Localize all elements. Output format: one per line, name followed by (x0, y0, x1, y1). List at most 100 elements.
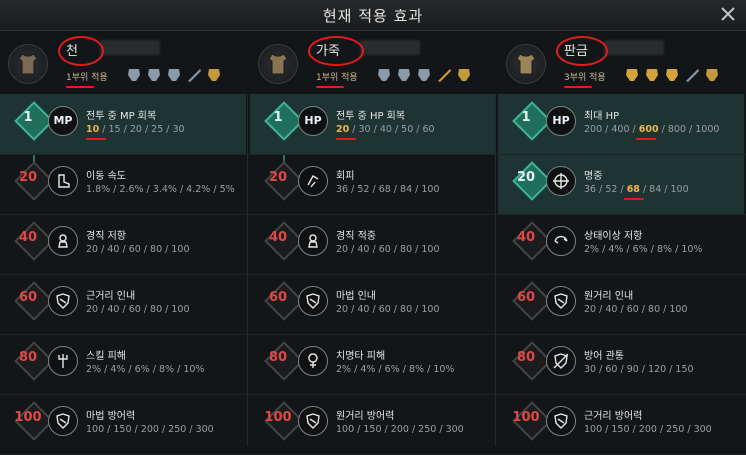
effect-value: 60 (626, 304, 639, 315)
effect-value: 250 (418, 424, 437, 435)
effect-value: 200 (140, 424, 159, 435)
armor-column-1: 가죽 1부위 적용 1 HP 전투 중 HP 회복 20 / 30 / 40 / 50 /… (250, 30, 496, 446)
effect-value: 60 (378, 244, 391, 255)
value-separator: / (408, 424, 419, 435)
effect-value: 1.8% (86, 184, 111, 195)
effect-value: 40 (107, 304, 120, 315)
equipment-slot-icon (206, 67, 222, 83)
armor-column-2: 판금 3부위 적용 1 HP 최대 HP 200 / 400 / 600 / 800 / … (498, 30, 744, 446)
value-separator: / (390, 304, 401, 315)
effect-value: 6% (134, 364, 150, 375)
effect-value: 100 (421, 244, 440, 255)
effect-value: 5% (219, 184, 235, 195)
effect-value: 8% (408, 364, 425, 375)
mp-icon: MP (48, 106, 78, 136)
effect-values: 10 / 15 / 20 / 25 / 30 (86, 124, 185, 135)
value-separator: / (370, 124, 380, 135)
effect-value: 4.2% (186, 184, 211, 195)
effect-name: 명중 (584, 171, 603, 182)
boot-icon (48, 166, 78, 196)
effect-value: 52 (605, 184, 618, 195)
effect-value: 400 (611, 124, 630, 135)
value-separator: / (629, 424, 639, 435)
equipment-slot-icon (704, 67, 720, 83)
effect-value: 90 (626, 364, 639, 375)
effect-name: 원거리 인내 (584, 291, 634, 302)
effect-value: 68 (378, 184, 391, 195)
effect-value: 800 (667, 124, 687, 135)
value-separator: / (369, 244, 379, 255)
blurred-name (604, 40, 664, 55)
effect-values: 2% / 4% / 6% / 8% / 10% (336, 364, 454, 375)
value-separator: / (104, 424, 114, 435)
effect-value: 80 (400, 244, 413, 255)
row-divider (0, 274, 746, 275)
effect-value: 8% (656, 244, 673, 255)
effect-name: 최대 HP (584, 111, 620, 122)
stun-icon (48, 226, 78, 256)
dodge-icon (298, 166, 328, 196)
effect-value: 20 (336, 124, 350, 135)
equipment-slot-icon (166, 67, 182, 83)
value-separator: / (176, 184, 187, 195)
value-separator: / (390, 244, 401, 255)
annotation-circle (308, 36, 364, 66)
equipment-icons (126, 67, 222, 85)
equipment-slot-icon (644, 67, 660, 83)
effect-value: 40 (357, 244, 370, 255)
effect-value: 300 (693, 424, 712, 435)
effect-value: 100 (584, 424, 603, 435)
effect-value: 10% (433, 364, 455, 375)
effect-values: 20 / 40 / 60 / 80 / 100 (336, 244, 440, 255)
equipment-slot-icon (396, 67, 412, 83)
effect-values: 36 / 52 / 68 / 84 / 100 (336, 184, 440, 195)
effect-value: 100 (670, 184, 689, 195)
effect-value: 80 (400, 304, 413, 315)
value-separator: / (369, 184, 379, 195)
effect-value: 20 (129, 124, 142, 135)
value-separator: / (391, 124, 402, 135)
effect-row: 20 이동 속도 1.8% / 2.6% / 3.4% / 4.2% / 5% (0, 154, 246, 214)
close-icon[interactable] (718, 4, 738, 24)
effect-value: 100 (171, 304, 190, 315)
value-separator: / (639, 184, 650, 195)
effect-value: 3.4% (152, 184, 177, 195)
effect-value: 60 (378, 304, 391, 315)
value-separator: / (602, 124, 612, 135)
value-separator: / (210, 184, 220, 195)
value-separator: / (661, 184, 671, 195)
equipment-slot-icon (186, 67, 202, 83)
effect-value: 20 (336, 244, 349, 255)
effect-name: 회피 (336, 171, 355, 182)
effect-value: 50 (401, 124, 414, 135)
value-separator: / (348, 244, 358, 255)
effect-value: 200 (638, 424, 657, 435)
level-number: 1 (23, 110, 33, 125)
value-separator: / (98, 304, 108, 315)
shield-icon (546, 286, 576, 316)
effect-value: 120 (648, 364, 667, 375)
effect-row: 80 스킬 피해 2% / 4% / 6% / 8% / 10% (0, 334, 246, 394)
annotation-circle (556, 36, 608, 66)
annotation-underline (624, 198, 644, 200)
value-separator: / (672, 244, 682, 255)
value-separator: / (647, 244, 657, 255)
effect-row: 80 치명타 피해 2% / 4% / 6% / 8% / 10% (250, 334, 496, 394)
effect-name: 경직 적중 (336, 231, 376, 242)
row-divider (0, 214, 746, 215)
stun-icon (298, 226, 328, 256)
applied-parts-label: 1부위 적용 (66, 73, 108, 83)
effect-values: 20 / 40 / 60 / 80 / 100 (584, 304, 688, 315)
level-number: 80 (516, 350, 536, 365)
effect-values: 1.8% / 2.6% / 3.4% / 4.2% / 5% (86, 184, 235, 195)
blurred-name (360, 40, 420, 55)
value-separator: / (110, 184, 120, 195)
effect-value: 2% (336, 364, 352, 375)
value-separator: / (436, 424, 446, 435)
value-separator: / (602, 424, 612, 435)
effect-value: 60 (605, 364, 618, 375)
column-header: 가죽 1부위 적용 (250, 30, 496, 94)
value-separator: / (149, 364, 159, 375)
trident-icon (48, 346, 78, 376)
value-separator: / (186, 424, 196, 435)
